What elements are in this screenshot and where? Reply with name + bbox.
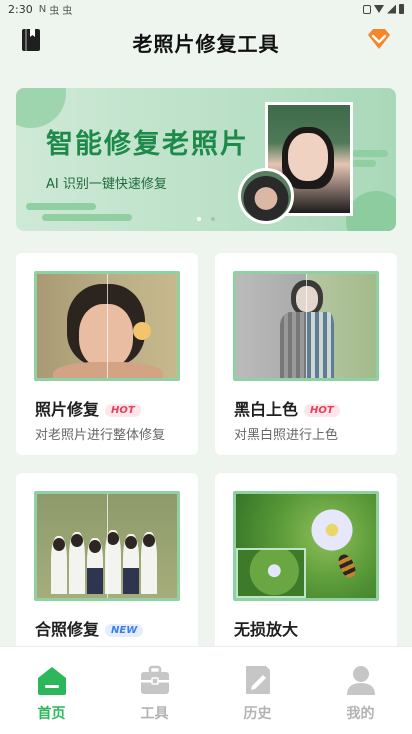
- vip-diamond-icon[interactable]: [366, 27, 392, 51]
- toolbox-icon: [140, 665, 169, 694]
- notification-icon: N: [38, 3, 47, 15]
- nav-label: 我的: [346, 706, 375, 722]
- nav-item-tools[interactable]: 工具: [103, 647, 206, 734]
- feature-title: 照片修复: [35, 400, 100, 419]
- hot-badge: HOT: [304, 404, 340, 417]
- feature-title: 黑白上色: [234, 400, 299, 419]
- notification-icon: 虫: [62, 5, 73, 17]
- new-badge: NEW: [105, 624, 144, 637]
- feature-thumbnail: [34, 271, 180, 381]
- feature-thumbnail: [233, 271, 379, 381]
- feature-card-group-photo[interactable]: 合照修复 NEW: [16, 473, 198, 675]
- feature-description: 对老照片进行整体修复: [35, 428, 166, 443]
- banner-headline: 智能修复老照片: [46, 129, 249, 160]
- carousel-indicator: [16, 206, 396, 225]
- feature-card-colorize[interactable]: 黑白上色 HOT 对黑白照进行上色: [215, 253, 397, 455]
- history-note-icon: [245, 666, 270, 694]
- decor-stripe: [352, 150, 388, 157]
- banner-subtitle: AI 识别一键快速修复: [46, 177, 167, 192]
- home-icon: [37, 667, 66, 695]
- wifi-icon: [374, 5, 384, 13]
- promo-banner[interactable]: 智能修复老照片 AI 识别一键快速修复: [16, 88, 396, 231]
- feature-title: 无损放大: [234, 620, 299, 639]
- feature-card-photo-repair[interactable]: 照片修复 HOT 对老照片进行整体修复: [16, 253, 198, 455]
- feature-label: 照片修复 HOT: [35, 396, 141, 420]
- feature-label: 无损放大: [234, 616, 298, 640]
- status-time: 2:30: [8, 2, 33, 16]
- feature-card-upscale[interactable]: 无损放大: [215, 473, 397, 675]
- nav-item-profile[interactable]: 我的: [309, 647, 412, 734]
- notification-icon: 虫: [49, 5, 60, 17]
- feature-description: 对黑白照进行上色: [234, 428, 339, 443]
- page-title: 老照片修复工具: [132, 32, 280, 56]
- feature-thumbnail: [233, 491, 379, 601]
- bottom-navigation: 首页 工具 历史 我的: [0, 646, 412, 734]
- feature-thumbnail: [34, 491, 180, 601]
- carousel-dot: [197, 217, 202, 221]
- hot-badge: HOT: [105, 404, 141, 417]
- app-header: 老照片修复工具: [0, 18, 412, 70]
- status-bar: 2:30 N 虫 虫: [0, 0, 412, 18]
- nav-label: 历史: [243, 706, 272, 722]
- carousel-dot: [210, 217, 215, 221]
- nav-label: 首页: [37, 706, 66, 722]
- decor-stripe: [352, 160, 376, 167]
- nav-item-home[interactable]: 首页: [0, 647, 103, 734]
- signal-icon: [387, 4, 396, 14]
- feature-title: 合照修复: [35, 620, 100, 639]
- vibrate-icon: [363, 4, 371, 14]
- nav-item-history[interactable]: 历史: [206, 647, 309, 734]
- battery-icon: [399, 4, 404, 14]
- profile-icon: [346, 666, 375, 695]
- feature-label: 黑白上色 HOT: [234, 396, 340, 420]
- nav-label: 工具: [140, 706, 169, 722]
- feature-label: 合照修复 NEW: [35, 616, 144, 640]
